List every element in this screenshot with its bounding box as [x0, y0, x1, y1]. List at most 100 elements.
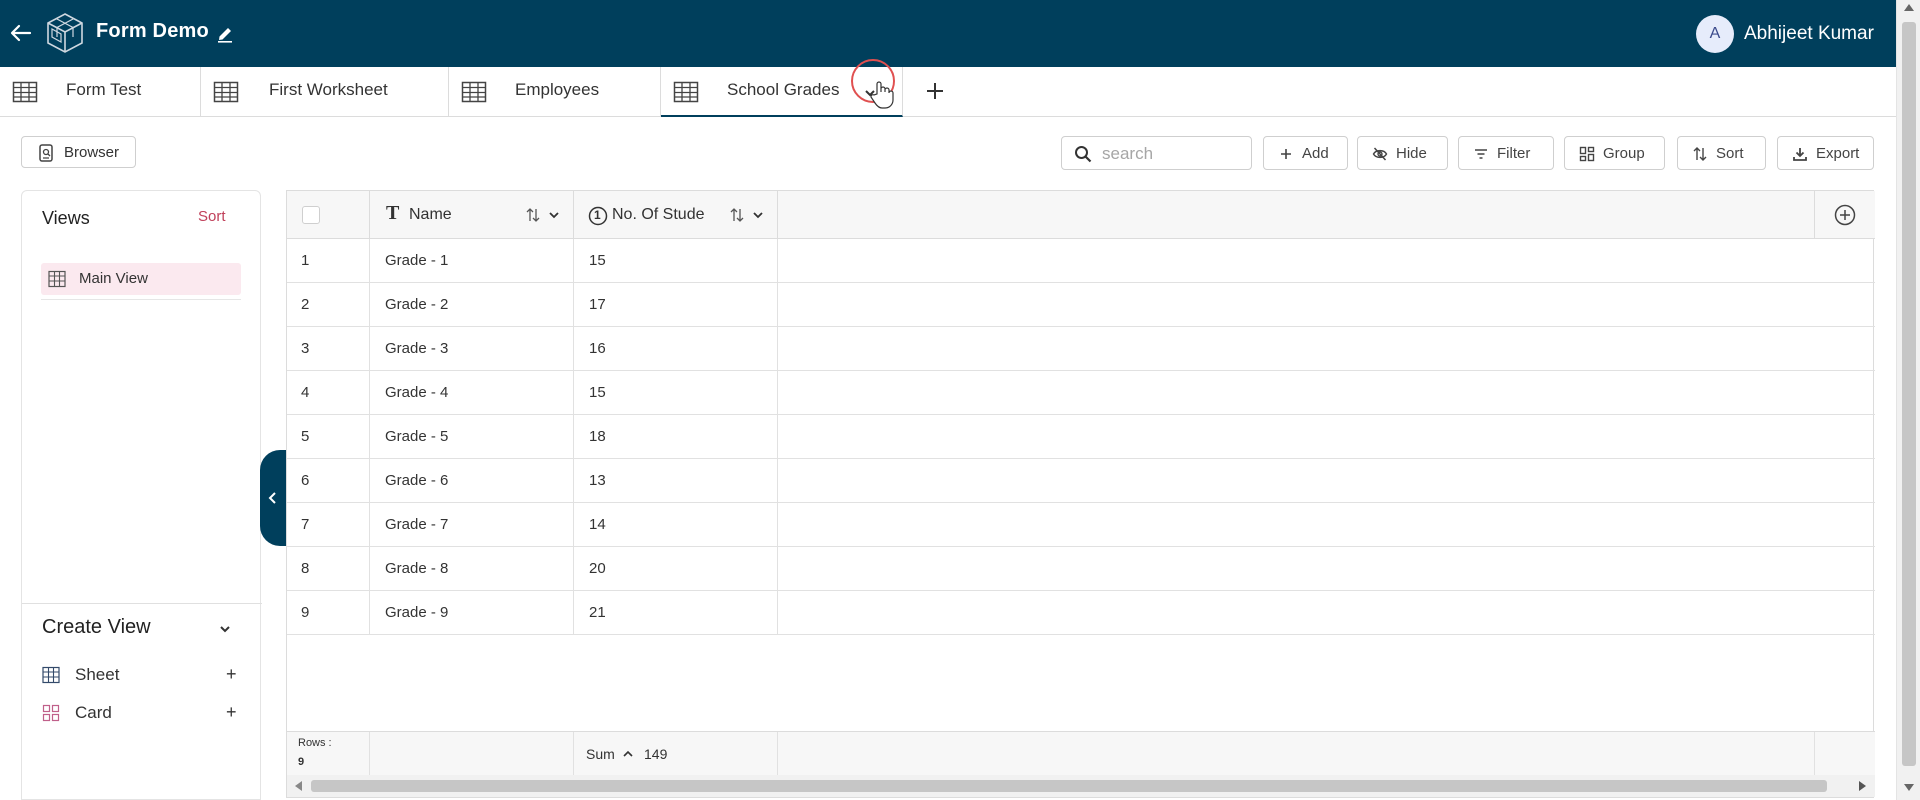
- count-cell[interactable]: 15: [574, 371, 778, 415]
- name-cell[interactable]: Grade - 4: [370, 371, 574, 415]
- group-button[interactable]: Group: [1564, 136, 1665, 170]
- sort-icon: [1693, 147, 1707, 161]
- add-column-cell[interactable]: [1814, 191, 1875, 239]
- chevron-down-icon[interactable]: [752, 209, 764, 221]
- table-row[interactable]: 1 Grade - 1 15: [287, 239, 1875, 283]
- count-cell[interactable]: 15: [574, 239, 778, 283]
- rows-count-cell: Rows : 9: [287, 732, 370, 776]
- user-name[interactable]: Abhijeet Kumar: [1744, 23, 1874, 45]
- table-row[interactable]: 4 Grade - 4 15: [287, 371, 1875, 415]
- row-index: 8: [301, 560, 310, 577]
- worksheet-tab-bar: Form Test First Worksheet Employees Scho…: [0, 67, 1896, 117]
- chevron-up-icon[interactable]: [622, 749, 634, 759]
- row-index: 9: [301, 604, 310, 621]
- export-button[interactable]: Export: [1777, 136, 1874, 170]
- name-value: Grade - 4: [385, 384, 449, 401]
- logo-icon: [47, 13, 83, 53]
- view-item-main[interactable]: Main View: [41, 263, 241, 295]
- sum-aggregate-cell[interactable]: Sum 149: [574, 732, 778, 776]
- count-value: 16: [589, 340, 606, 357]
- count-cell[interactable]: 16: [574, 327, 778, 371]
- pencil-icon[interactable]: [216, 25, 234, 43]
- scroll-down-icon[interactable]: [1904, 784, 1914, 791]
- search-input[interactable]: [1102, 143, 1242, 165]
- count-value: 14: [589, 516, 606, 533]
- table-row[interactable]: 9 Grade - 9 21: [287, 591, 1875, 635]
- aggregate-value: 149: [644, 746, 668, 762]
- select-all-checkbox[interactable]: [302, 206, 320, 224]
- add-column-icon[interactable]: [1834, 204, 1856, 226]
- back-arrow-icon[interactable]: [8, 20, 34, 46]
- table-row[interactable]: 8 Grade - 8 20: [287, 547, 1875, 591]
- count-cell[interactable]: 14: [574, 503, 778, 547]
- name-value: Grade - 9: [385, 604, 449, 621]
- name-cell[interactable]: Grade - 9: [370, 591, 574, 635]
- count-cell[interactable]: 17: [574, 283, 778, 327]
- table-row[interactable]: 3 Grade - 3 16: [287, 327, 1875, 371]
- name-value: Grade - 5: [385, 428, 449, 445]
- name-cell[interactable]: Grade - 3: [370, 327, 574, 371]
- create-sheet-view[interactable]: Sheet +: [42, 663, 247, 687]
- sort-icon[interactable]: [729, 207, 745, 223]
- top-bar: Form Demo A Abhijeet Kumar: [0, 0, 1920, 67]
- count-cell[interactable]: 18: [574, 415, 778, 459]
- count-cell[interactable]: 21: [574, 591, 778, 635]
- name-value: Grade - 8: [385, 560, 449, 577]
- table-row[interactable]: 7 Grade - 7 14: [287, 503, 1875, 547]
- tab-form-test[interactable]: Form Test: [0, 67, 201, 117]
- collapse-sidebar-button[interactable]: [260, 450, 286, 546]
- name-cell[interactable]: Grade - 2: [370, 283, 574, 327]
- horizontal-scrollbar[interactable]: [287, 775, 1875, 797]
- grid-icon: [673, 81, 699, 103]
- search-box[interactable]: [1061, 136, 1252, 170]
- name-cell[interactable]: Grade - 1: [370, 239, 574, 283]
- scroll-up-icon[interactable]: [1904, 4, 1914, 11]
- sort-label: Sort: [1716, 145, 1744, 162]
- create-view-title[interactable]: Create View: [42, 616, 151, 639]
- count-value: 13: [589, 472, 606, 489]
- avatar[interactable]: A: [1696, 15, 1734, 53]
- add-label: Add: [1302, 145, 1329, 162]
- scroll-right-icon[interactable]: [1859, 781, 1866, 791]
- tab-first-worksheet[interactable]: First Worksheet: [201, 67, 449, 117]
- table-row[interactable]: 2 Grade - 2 17: [287, 283, 1875, 327]
- name-aggregate-cell[interactable]: [370, 732, 574, 776]
- scrollbar-thumb[interactable]: [1902, 22, 1916, 766]
- sort-icon[interactable]: [525, 207, 541, 223]
- row-index: 4: [301, 384, 310, 401]
- views-sort-link[interactable]: Sort: [198, 208, 226, 225]
- create-card-view[interactable]: Card +: [42, 701, 247, 725]
- name-cell[interactable]: Grade - 5: [370, 415, 574, 459]
- browser-button[interactable]: Browser: [21, 136, 136, 168]
- name-cell[interactable]: Grade - 6: [370, 459, 574, 503]
- rows-label: Rows :: [298, 737, 332, 749]
- filter-button[interactable]: Filter: [1458, 136, 1554, 170]
- count-cell[interactable]: 20: [574, 547, 778, 591]
- add-worksheet-icon[interactable]: [922, 78, 948, 104]
- name-cell[interactable]: Grade - 7: [370, 503, 574, 547]
- row-index-cell: 1: [287, 239, 370, 283]
- plus-icon[interactable]: +: [226, 664, 237, 685]
- create-sheet-label: Sheet: [75, 665, 120, 684]
- scrollbar-thumb[interactable]: [311, 780, 1827, 792]
- sort-button[interactable]: Sort: [1677, 136, 1766, 170]
- page-scrollbar[interactable]: [1896, 0, 1920, 800]
- plus-icon[interactable]: +: [226, 702, 237, 723]
- tab-label: School Grades: [727, 80, 840, 99]
- scroll-left-icon[interactable]: [295, 781, 302, 791]
- column-header-students[interactable]: 1 No. Of Stude: [574, 191, 778, 239]
- tab-label: First Worksheet: [269, 80, 388, 99]
- add-button[interactable]: Add: [1263, 136, 1348, 170]
- chevron-down-icon[interactable]: [548, 209, 560, 221]
- row-index-cell: 2: [287, 283, 370, 327]
- count-cell[interactable]: 13: [574, 459, 778, 503]
- column-header-name[interactable]: T Name: [370, 191, 574, 239]
- tab-employees[interactable]: Employees: [449, 67, 661, 117]
- name-cell[interactable]: Grade - 8: [370, 547, 574, 591]
- hide-button[interactable]: Hide: [1357, 136, 1448, 170]
- chevron-down-icon[interactable]: [218, 622, 232, 636]
- table-row[interactable]: 5 Grade - 5 18: [287, 415, 1875, 459]
- row-index-cell: 5: [287, 415, 370, 459]
- table-row[interactable]: 6 Grade - 6 13: [287, 459, 1875, 503]
- name-value: Grade - 2: [385, 296, 449, 313]
